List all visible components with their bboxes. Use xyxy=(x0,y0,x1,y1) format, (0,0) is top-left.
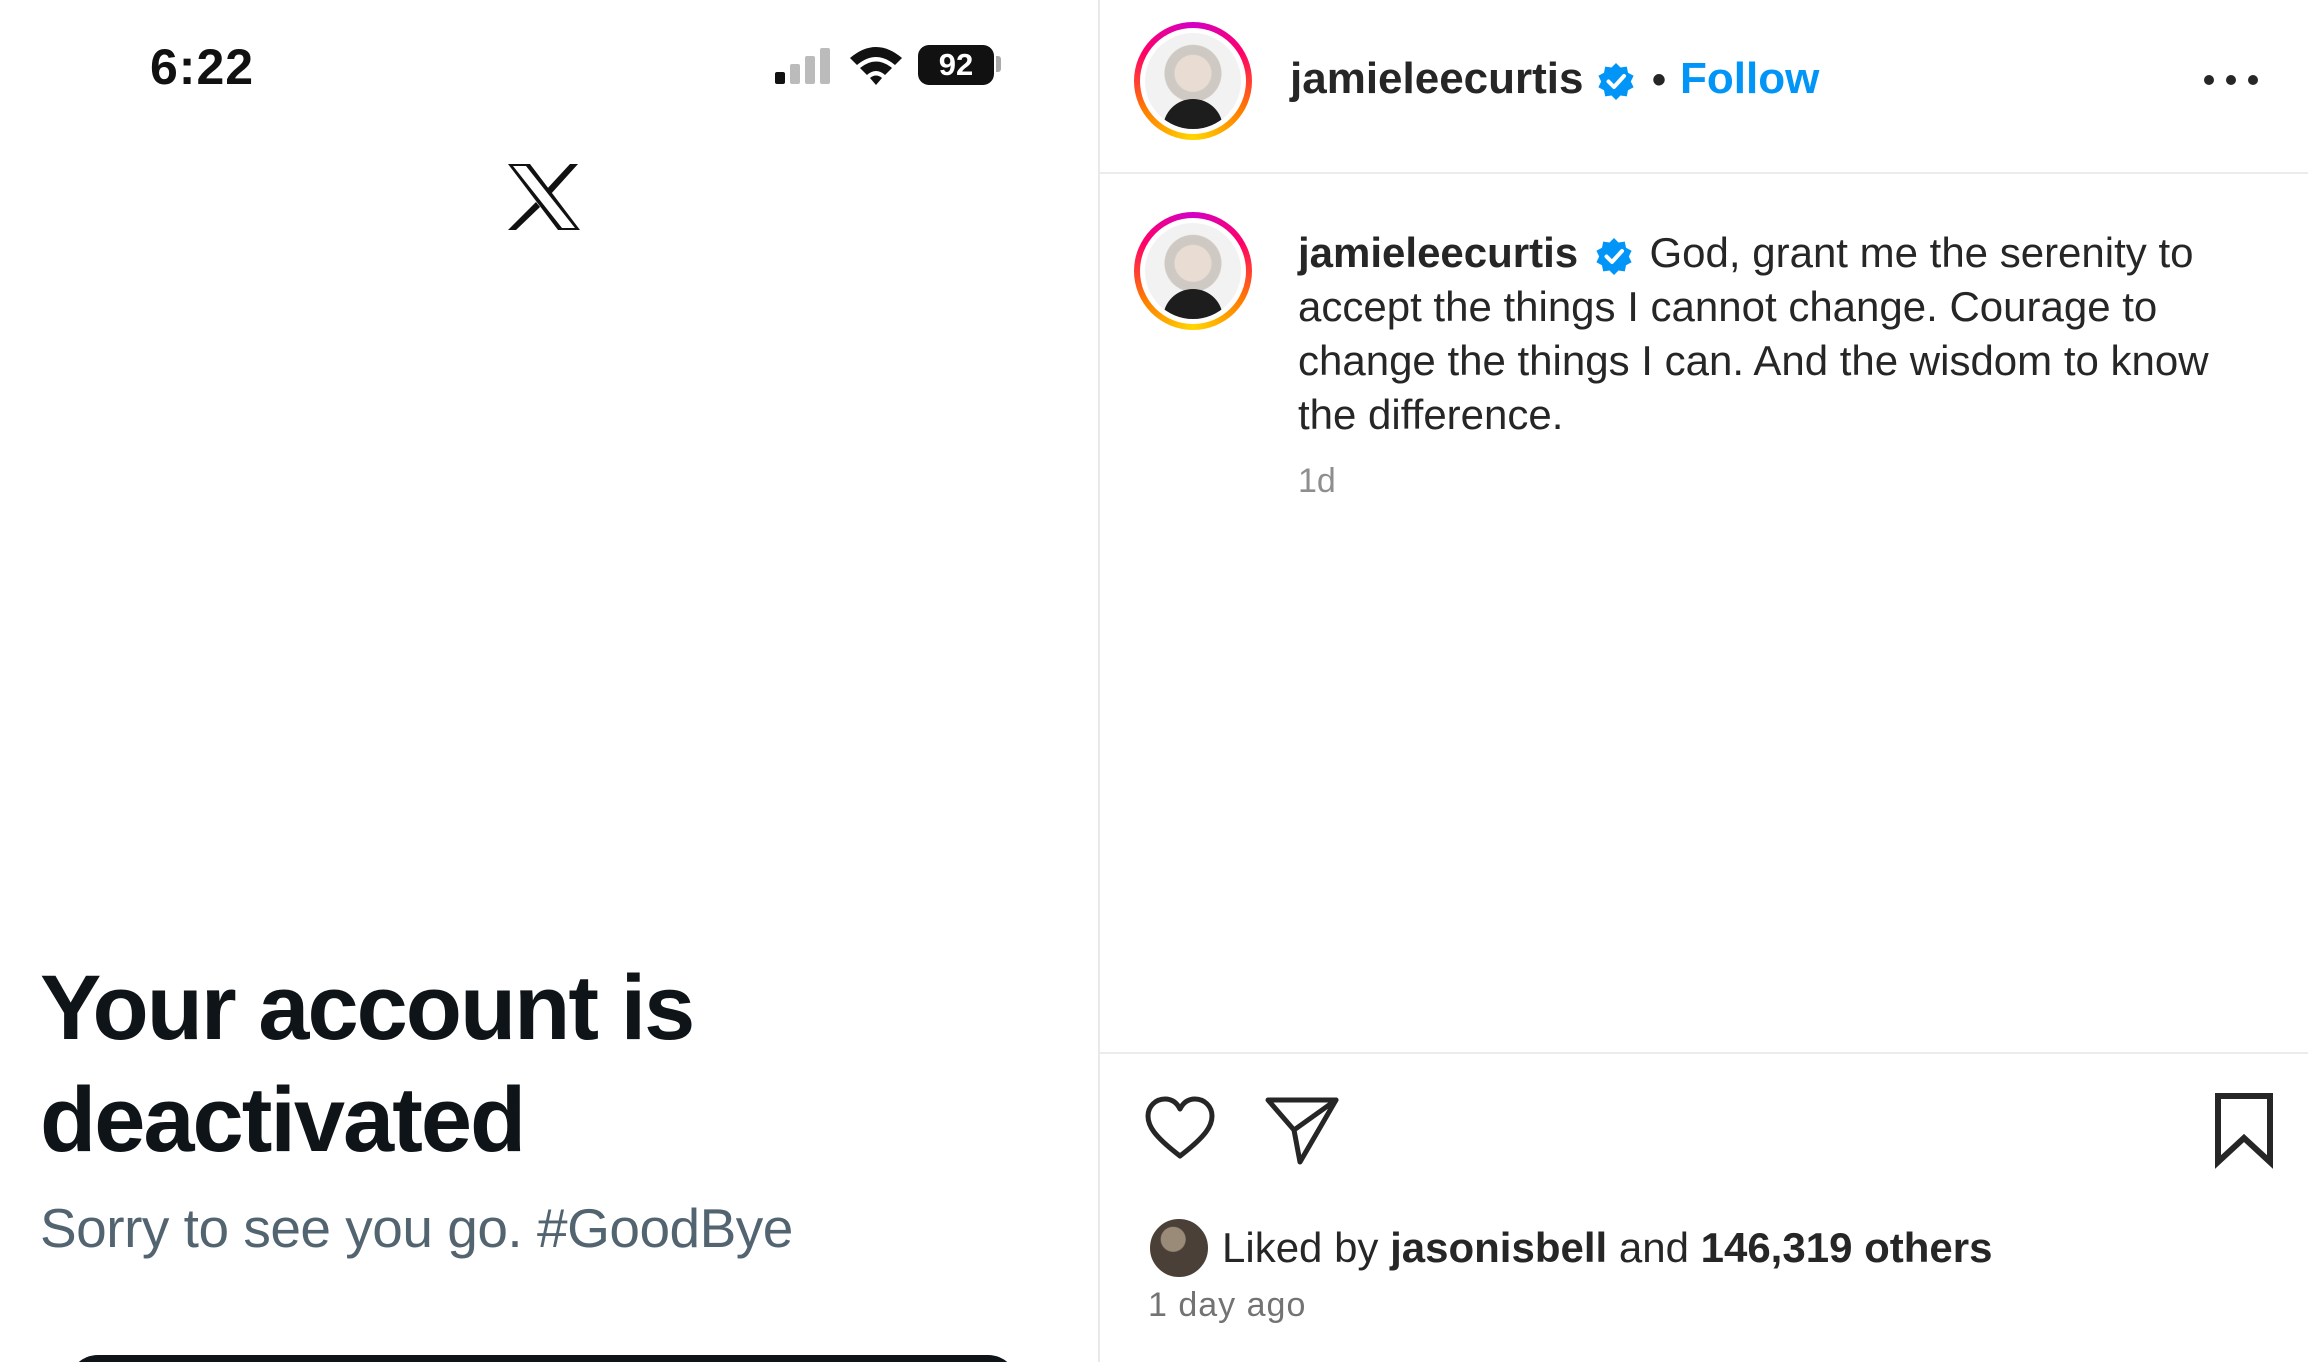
caption-username[interactable]: jamieleecurtis xyxy=(1298,229,1578,276)
header-username-row[interactable]: jamieleecurtis xyxy=(1290,54,1636,104)
profile-photo xyxy=(1145,33,1241,129)
caption-avatar[interactable] xyxy=(1134,212,1252,330)
post-time-long[interactable]: 1 day ago xyxy=(1148,1286,1306,1325)
verified-badge-icon xyxy=(1598,63,1634,101)
verified-badge-icon xyxy=(1596,237,1632,275)
follow-button[interactable]: Follow xyxy=(1680,54,1819,104)
primary-action-button[interactable] xyxy=(68,1355,1018,1362)
instagram-post-panel: jamieleecurtis • Follow jamieleecurtis G… xyxy=(1100,0,2308,1362)
liker-username[interactable]: jasonisbell xyxy=(1390,1224,1607,1271)
cellular-signal-icon xyxy=(775,46,835,84)
x-logo-icon xyxy=(508,164,580,230)
battery-indicator: 92 xyxy=(918,45,994,85)
heart-icon[interactable] xyxy=(1140,1090,1220,1170)
more-options-icon[interactable] xyxy=(2200,64,2270,94)
liker-avatar[interactable] xyxy=(1148,1217,1210,1279)
header-avatar[interactable] xyxy=(1134,22,1252,140)
battery-tip xyxy=(996,56,1001,72)
x-phone-screen: 6:22 92 Your account is deactivated Sorr… xyxy=(0,0,1098,1362)
bookmark-icon[interactable] xyxy=(2204,1090,2284,1170)
header-username[interactable]: jamieleecurtis xyxy=(1290,54,1584,103)
actions-divider xyxy=(1100,1052,2308,1054)
deactivated-subtitle: Sorry to see you go. #GoodBye xyxy=(40,1197,793,1259)
status-bar-time: 6:22 xyxy=(150,39,255,95)
post-time-short[interactable]: 1d xyxy=(1298,462,1336,501)
battery-level: 92 xyxy=(938,47,974,82)
likes-others[interactable]: 146,319 others xyxy=(1701,1224,1993,1271)
action-bar xyxy=(1100,1090,2308,1170)
likes-text: Liked by jasonisbell and 146,319 others xyxy=(1222,1224,1992,1272)
likes-prefix: Liked by xyxy=(1222,1224,1379,1271)
profile-photo xyxy=(1145,223,1241,319)
header-divider xyxy=(1100,172,2308,174)
send-icon[interactable] xyxy=(1262,1090,1342,1170)
wifi-icon xyxy=(850,47,902,85)
likes-middle: and xyxy=(1618,1224,1689,1271)
header-separator: • xyxy=(1652,58,1667,102)
post-caption: jamieleecurtis God, grant me the serenit… xyxy=(1298,226,2258,442)
deactivated-heading: Your account is deactivated xyxy=(40,957,695,1171)
likes-summary[interactable]: Liked by jasonisbell and 146,319 others xyxy=(1148,1217,1992,1279)
